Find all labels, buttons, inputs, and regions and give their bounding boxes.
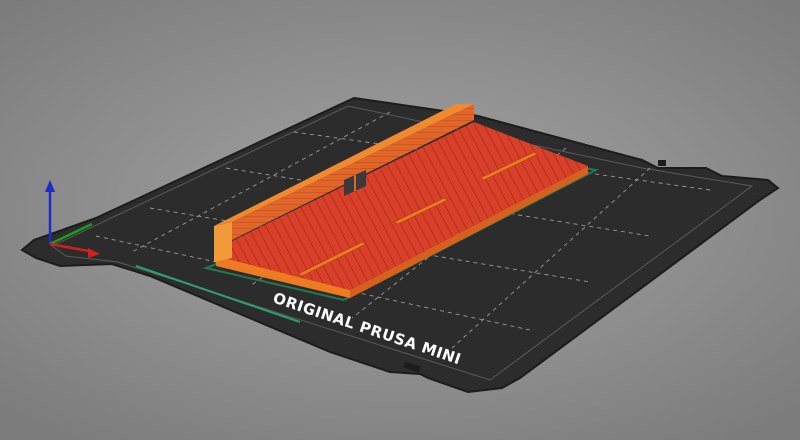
bed-notch xyxy=(658,160,666,166)
model-wall-end xyxy=(214,222,232,262)
scene-canvas[interactable]: ORIGINAL PRUSA MINI xyxy=(0,0,800,440)
3d-viewport[interactable]: ORIGINAL PRUSA MINI xyxy=(0,0,800,440)
z-axis-arrow xyxy=(45,180,55,192)
